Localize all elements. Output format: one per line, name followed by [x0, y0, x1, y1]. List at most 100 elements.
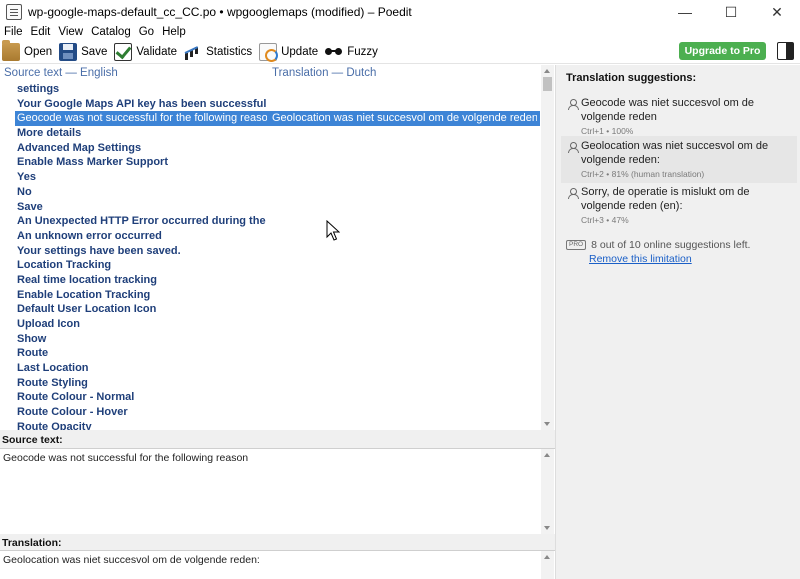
source-label-band	[0, 430, 555, 448]
person-icon	[568, 142, 579, 153]
suggestions-panel: Translation suggestions: Geocode was nie…	[555, 65, 800, 579]
list-item[interactable]: Advanced Map Settings	[0, 141, 540, 156]
row-source-text: Real time location tracking	[17, 273, 157, 286]
suggestion-text: Geocode was niet succesvol om de volgend…	[581, 97, 755, 123]
column-header-source[interactable]: Source text — English	[4, 67, 118, 79]
suggestion-note: (human translation)	[631, 169, 705, 179]
row-source-text: Yes	[17, 171, 36, 184]
column-header-translation[interactable]: Translation — Dutch	[272, 67, 376, 79]
suggestion-meta: Ctrl+1 • 100%	[581, 126, 634, 136]
list-item[interactable]: Show	[0, 332, 540, 347]
fuzzy-label: Fuzzy	[347, 45, 378, 58]
menu-go[interactable]: Go	[139, 26, 154, 38]
menu-help[interactable]: Help	[162, 26, 186, 38]
list-item[interactable]: Real time location tracking	[0, 273, 540, 288]
upgrade-button[interactable]: Upgrade to Pro	[679, 42, 766, 60]
row-source-text: Upload Icon	[17, 318, 80, 330]
mouse-pointer-icon	[326, 220, 340, 241]
list-item[interactable]: Route Opacity	[0, 420, 540, 430]
list-item[interactable]: Route Colour - Hover	[0, 405, 540, 420]
list-item[interactable]: An unknown error occurred	[0, 229, 540, 244]
list-scrollbar[interactable]	[541, 65, 554, 430]
row-source-text: Route Colour - Normal	[17, 391, 135, 404]
refresh-icon	[259, 42, 279, 62]
list-item[interactable]: Default User Location Icon	[0, 302, 540, 317]
list-item[interactable]: Upload Icon	[0, 317, 540, 332]
translation-text[interactable]: Geolocation was niet succesvol om de vol…	[3, 554, 260, 566]
open-button[interactable]: Open	[0, 39, 56, 63]
pro-badge: PRO	[566, 240, 587, 250]
person-icon	[568, 188, 579, 199]
list-item[interactable]: Location Tracking	[0, 258, 540, 273]
scroll-up-icon[interactable]	[544, 555, 550, 559]
sidebar-toggle-icon[interactable]	[777, 42, 794, 60]
row-source-text: Save	[17, 200, 43, 213]
row-source-text: Your settings have been saved.	[17, 244, 181, 257]
suggestion-meta: Ctrl+2 • 81% (human translation)	[581, 169, 705, 179]
validate-button[interactable]: Validate	[112, 41, 181, 63]
suggestion-item[interactable]: Sorry, de operatie is mislukt om de volg…	[561, 182, 797, 229]
window-title: wp-google-maps-default_cc_CC.po • wpgoog…	[28, 5, 412, 19]
list-item[interactable]: settings	[0, 82, 540, 97]
list-item[interactable]: An Unexpected HTTP Error occurred during…	[0, 214, 540, 229]
menu-edit[interactable]: Edit	[31, 26, 51, 38]
suggestion-text: Geolocation was niet succesvol om de vol…	[581, 140, 769, 166]
suggestion-item[interactable]: Geolocation was niet succesvol om de vol…	[561, 136, 797, 183]
translation-editor[interactable]: Geolocation was niet succesvol om de vol…	[0, 550, 555, 579]
list-item[interactable]: Yes	[0, 170, 540, 185]
save-button[interactable]: Save	[57, 41, 111, 63]
update-button[interactable]: Update	[257, 41, 322, 63]
row-source-text: Your Google Maps API key has been succes…	[17, 97, 267, 110]
list-item[interactable]: Last Location	[0, 361, 540, 376]
scroll-down-icon[interactable]	[544, 422, 550, 426]
row-source-text: Enable Mass Marker Support	[17, 156, 168, 169]
update-label: Update	[281, 45, 319, 58]
suggestion-text: Sorry, de operatie is mislukt om de volg…	[581, 186, 750, 212]
title-bar: wp-google-maps-default_cc_CC.po • wpgoog…	[0, 0, 800, 24]
list-item[interactable]: Enable Mass Marker Support	[0, 155, 540, 170]
fuzzy-button[interactable]: Fuzzy	[323, 41, 382, 63]
translation-label: Translation:	[2, 537, 62, 549]
remove-limitation-link[interactable]: Remove this limitation	[589, 253, 692, 265]
list-item[interactable]: No	[0, 185, 540, 200]
row-source-text: Route	[17, 347, 49, 360]
list-item[interactable]: Your settings have been saved.	[0, 244, 540, 259]
source-scrollbar[interactable]	[541, 449, 554, 534]
scroll-up-icon[interactable]	[544, 69, 550, 73]
validate-label: Validate	[136, 45, 178, 58]
row-translation-text: Geolocation was niet succesvol om de vol…	[272, 112, 537, 125]
scroll-thumb[interactable]	[543, 77, 552, 91]
row-source-text: Enable Location Tracking	[17, 288, 151, 301]
list-item[interactable]: Save	[0, 200, 540, 215]
open-label: Open	[24, 45, 53, 58]
source-text-pane: Geocode was not successful for the follo…	[0, 448, 555, 534]
maximize-button[interactable]: ☐	[708, 0, 754, 24]
menu-catalog[interactable]: Catalog	[91, 26, 131, 38]
list-item[interactable]: More details	[0, 126, 540, 141]
person-icon	[568, 99, 579, 110]
translation-scrollbar[interactable]	[541, 551, 554, 579]
scroll-down-icon[interactable]	[544, 526, 550, 530]
row-source-text: Last Location	[17, 362, 89, 375]
list-item[interactable]: Your Google Maps API key has been succes…	[0, 97, 540, 112]
close-button[interactable]: ✕	[754, 0, 800, 24]
list-header: Source text — English Translation — Dutc…	[0, 65, 540, 81]
list-item[interactable]: Route Styling	[0, 376, 540, 391]
list-item[interactable]: Enable Location Tracking	[0, 288, 540, 303]
folder-icon	[2, 39, 20, 61]
minimize-button[interactable]: —	[662, 0, 708, 24]
statistics-label: Statistics	[206, 45, 253, 58]
list-item[interactable]: Route Colour - Normal	[0, 390, 540, 405]
suggestion-item[interactable]: Geocode was niet succesvol om de volgend…	[561, 93, 797, 140]
source-text-label: Source text:	[2, 434, 63, 446]
glasses-icon	[325, 43, 343, 61]
list-item[interactable]: Route	[0, 346, 540, 361]
menu-file[interactable]: File	[4, 26, 23, 38]
list-item[interactable]: Geocode was not successful for the follo…	[15, 111, 540, 127]
scroll-up-icon[interactable]	[544, 453, 550, 457]
statistics-button[interactable]: Statistics	[182, 41, 256, 63]
checkmark-icon	[114, 42, 133, 61]
menu-view[interactable]: View	[58, 26, 83, 38]
suggestions-title: Translation suggestions:	[566, 72, 697, 84]
row-source-text: Advanced Map Settings	[17, 141, 142, 154]
